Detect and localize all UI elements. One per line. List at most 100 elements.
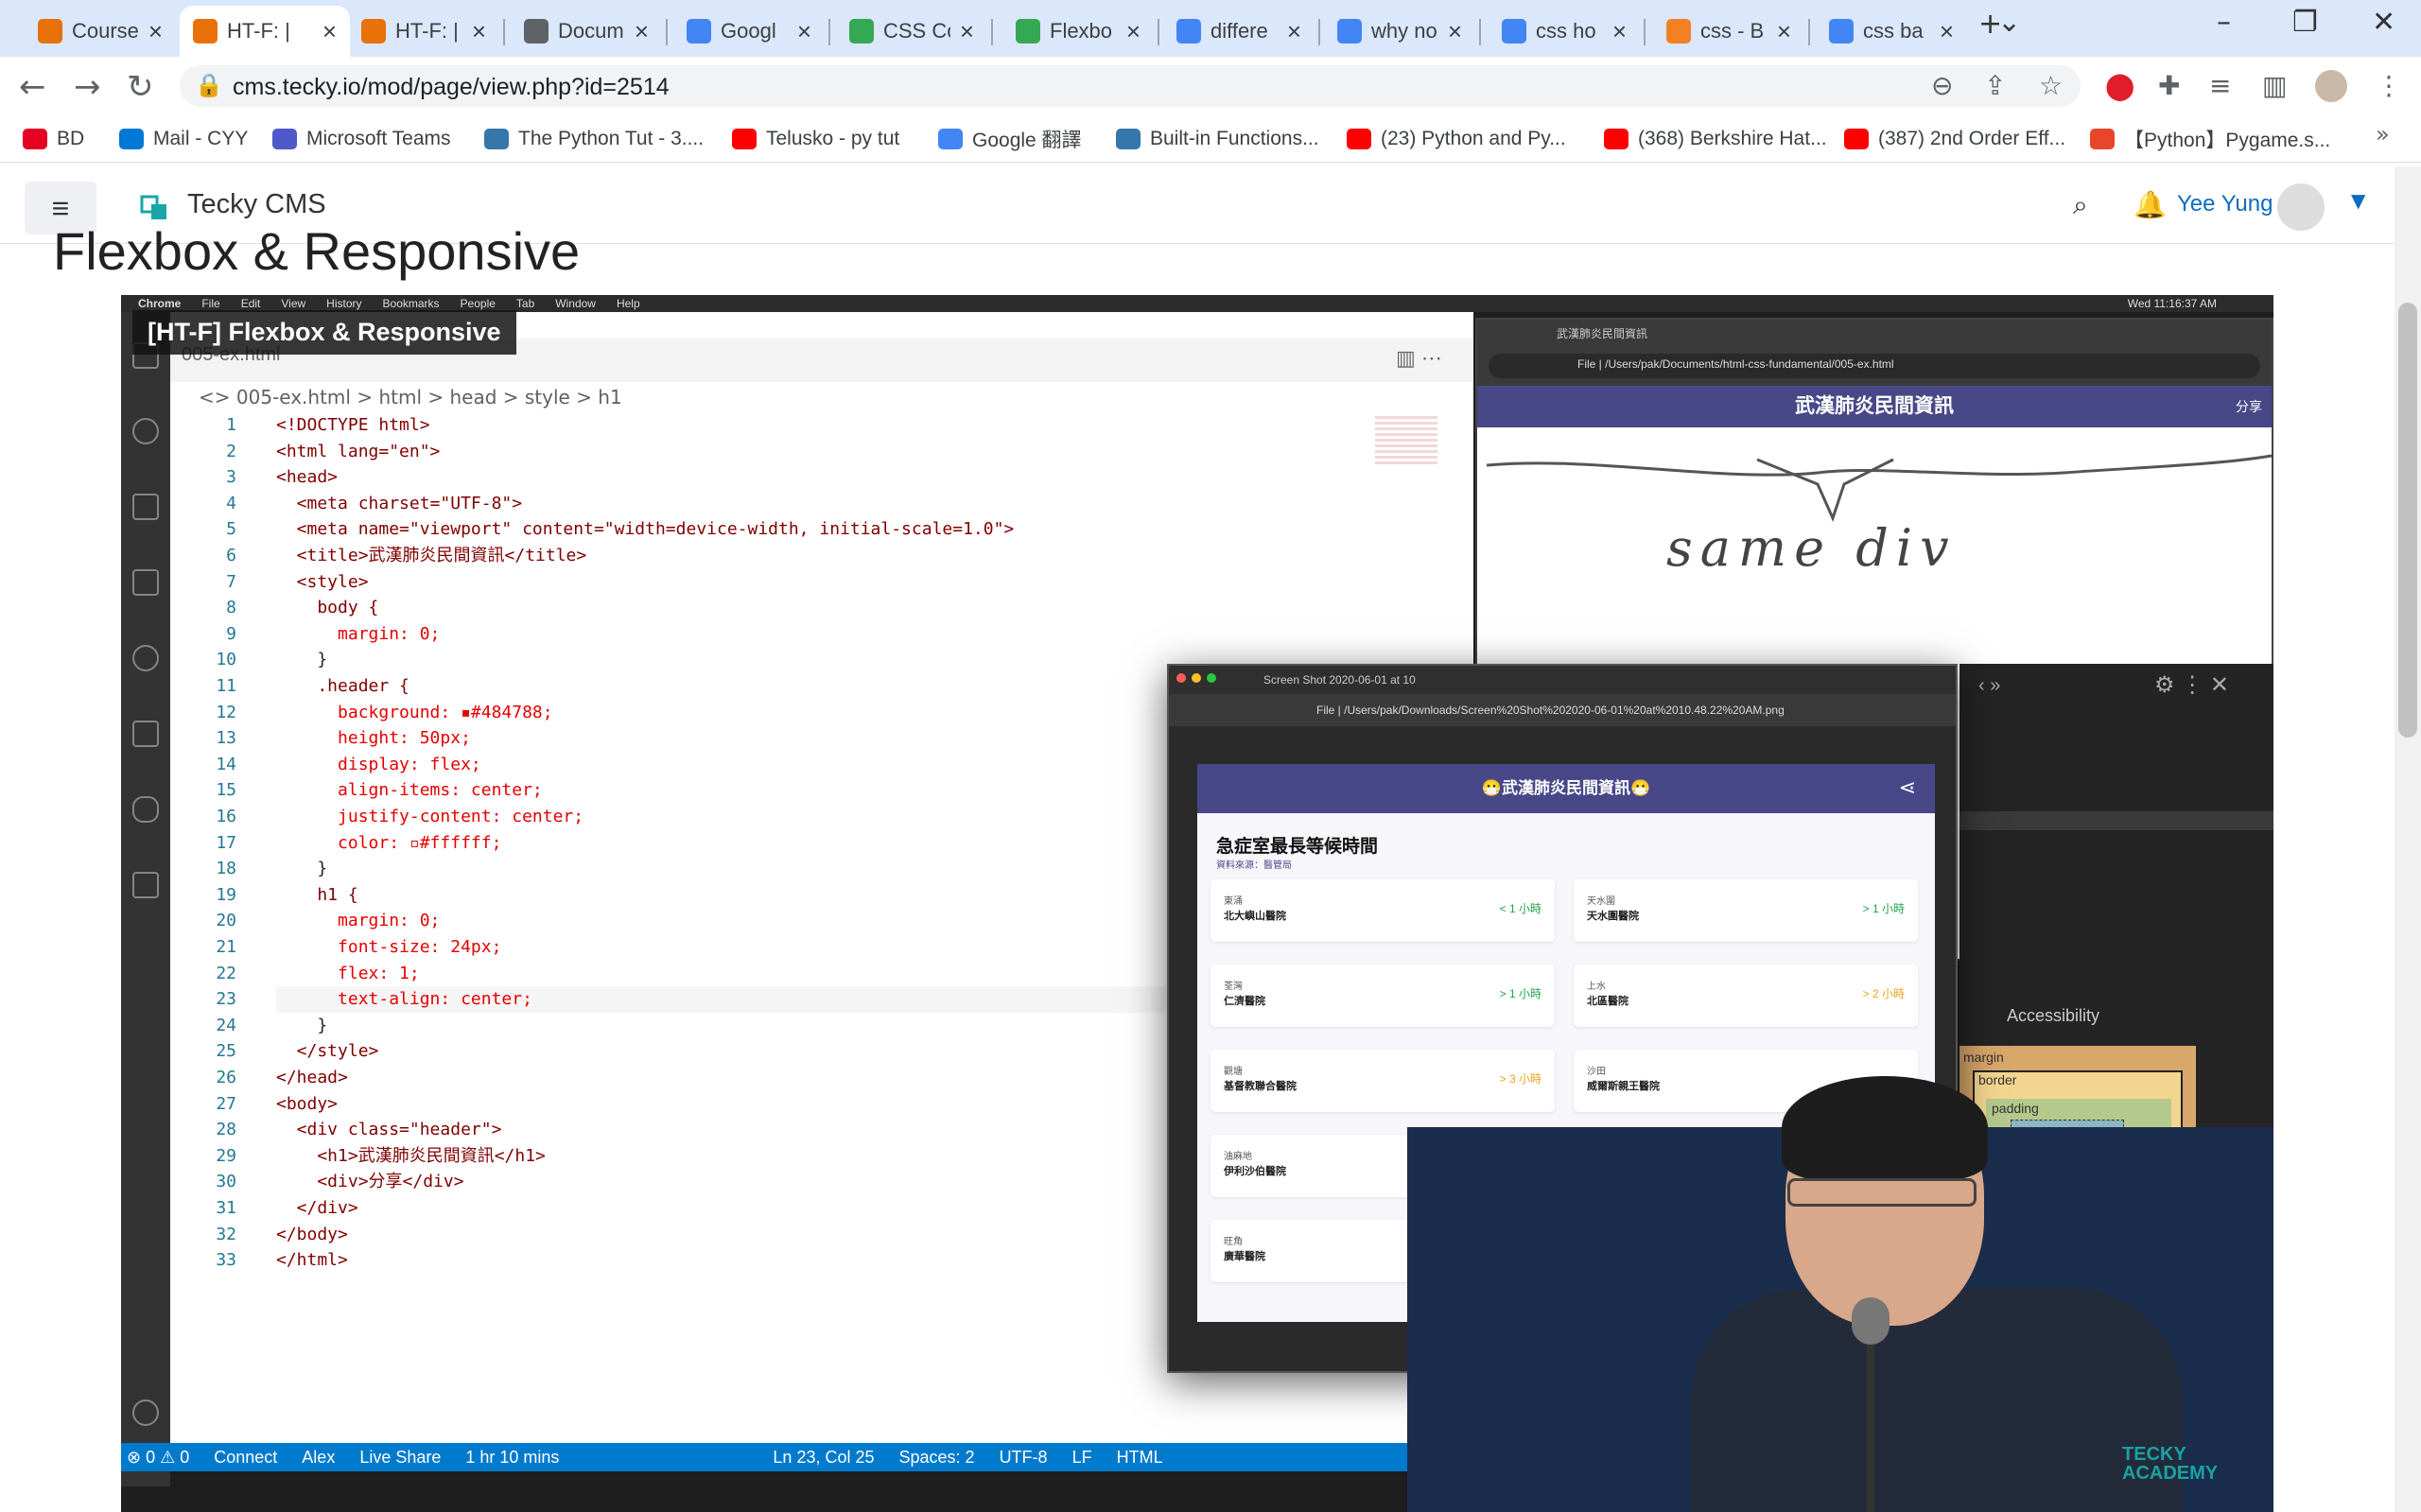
lock-icon[interactable]: 🔒 [195, 72, 223, 98]
bookmark-item[interactable]: Built-in Functions... [1116, 125, 1319, 153]
tab-separator [666, 19, 668, 45]
line-number: 11 [216, 676, 236, 696]
tab-title: css - B [1700, 19, 1765, 43]
line-number: 6 [226, 546, 236, 565]
line-number: 30 [216, 1172, 236, 1192]
user-menu-name[interactable]: Yee Yung [2177, 191, 2273, 217]
tab-close-icon[interactable]: × [472, 17, 486, 46]
code-line: h1 { [276, 884, 358, 905]
more-bookmarks-icon[interactable]: » [2376, 121, 2390, 148]
code-line: } [276, 1015, 328, 1035]
user-menu-caret-icon[interactable]: ▼ [2351, 189, 2365, 212]
site-name[interactable]: Tecky CMS [187, 189, 326, 220]
reading-list-icon[interactable]: ≡ [2209, 70, 2231, 101]
page-title: Flexbox & Responsive [53, 221, 581, 281]
tab-close-icon[interactable]: × [635, 17, 649, 46]
tab-close-icon[interactable]: × [1612, 17, 1627, 46]
bookmark-item[interactable]: Microsoft Teams [272, 125, 451, 153]
reload-icon[interactable]: ↻ [127, 68, 154, 106]
code-line: <title>武漢肺炎民間資訊</title> [276, 546, 587, 565]
notification-bell-icon[interactable]: 🔔 [2134, 189, 2167, 220]
hospital-name: 廣華醫院 [1224, 1251, 1265, 1262]
code-line: display: flex; [276, 754, 481, 774]
bookmark-item[interactable]: 【Python】Pygame.s... [2090, 125, 2330, 153]
forward-icon[interactable]: → [74, 68, 101, 106]
mac-menu-item: Window [555, 297, 596, 310]
browser-tab[interactable]: HT-F: | × [348, 6, 499, 57]
tab-close-icon[interactable]: × [797, 17, 811, 46]
bookmark-star-icon[interactable]: ☆ [2039, 70, 2063, 101]
tab-close-icon[interactable]: × [960, 17, 974, 46]
youtube-icon [1844, 129, 1869, 149]
browser-tab[interactable]: Flexbo × [1002, 6, 1154, 57]
browser-tab[interactable]: css ho × [1489, 6, 1640, 57]
code-line: <meta charset="UTF-8"> [276, 493, 523, 513]
code-line: background: ▪#484788; [276, 702, 553, 722]
tab-title: Flexbo [1050, 19, 1113, 43]
hospital-region: 沙田 [1587, 1067, 1606, 1077]
search-icon[interactable]: ⌕ [2073, 189, 2088, 221]
devtools-divider [1959, 811, 2273, 830]
bookmark-item[interactable]: BD [23, 125, 84, 153]
tab-close-icon[interactable]: × [1126, 17, 1141, 46]
browser-tab[interactable]: Googl × [673, 6, 825, 57]
line-number: 33 [216, 1250, 236, 1271]
menu-dots-icon[interactable]: ⋮ [2376, 70, 2402, 101]
page-scrollbar-thumb[interactable] [2398, 303, 2417, 738]
opera-extension-icon[interactable]: ⬤ [2105, 70, 2134, 101]
bookmark-label: Mail - CYY [153, 128, 249, 149]
tab-separator [1318, 19, 1320, 45]
profile-avatar[interactable] [2315, 70, 2347, 102]
restore-icon[interactable]: ❐ [2292, 6, 2318, 39]
zoom-icon[interactable]: ⊖ [1931, 70, 1953, 101]
code-line: </html> [276, 1250, 348, 1271]
tab-close-icon[interactable]: × [1777, 17, 1791, 46]
tab-title: Googl [721, 19, 776, 43]
browser-tab[interactable]: css - B × [1653, 6, 1804, 57]
share-icon[interactable]: ⇪ [1984, 70, 2006, 101]
tab-close-icon[interactable]: × [148, 17, 163, 46]
bookmark-item[interactable]: (368) Berkshire Hat... [1604, 125, 1827, 153]
lecture-video[interactable]: Chrome File Edit View History Bookmarks People… [121, 295, 2273, 1512]
bookmark-item[interactable]: (23) Python and Py... [1347, 125, 1566, 153]
close-window-icon[interactable]: ✕ [2372, 6, 2395, 39]
bookmark-item[interactable]: (387) 2nd Order Eff... [1844, 125, 2065, 153]
line-number: 13 [216, 728, 236, 749]
hospital-region: 天水圍 [1587, 896, 1615, 907]
tab-separator [1644, 19, 1646, 45]
browser-tab[interactable]: differe × [1163, 6, 1315, 57]
line-number: 10 [216, 650, 236, 670]
url-text[interactable]: cms.tecky.io/mod/page/view.php?id=2514 [233, 74, 670, 101]
line-number: 7 [226, 571, 236, 592]
line-number: 16 [216, 807, 236, 826]
bookmark-item[interactable]: Google 翻譯 [938, 125, 1082, 153]
moodle-icon [193, 19, 218, 43]
bookmark-item[interactable]: The Python Tut - 3.... [484, 125, 704, 153]
tab-close-icon[interactable]: × [1940, 17, 1954, 46]
minimize-icon[interactable]: – [2217, 6, 2231, 39]
wait-time: > 2 小時 [1862, 987, 1905, 1000]
browser-tab[interactable]: why no × [1324, 6, 1475, 57]
bookmark-item[interactable]: Telusko - py tut [732, 125, 899, 153]
bookmark-item[interactable]: Mail - CYY [119, 125, 248, 153]
browser-tab[interactable]: Docum × [511, 6, 662, 57]
side-panel-icon[interactable]: ▥ [2262, 70, 2287, 101]
tab-search-icon[interactable]: ⌄ [1997, 6, 2021, 39]
line-number: 4 [226, 493, 236, 513]
back-icon[interactable]: ← [19, 68, 46, 106]
browser-tab[interactable]: Course × [25, 6, 176, 57]
academy-text: TECKY ACADEMY [2122, 1444, 2219, 1484]
tab-close-icon[interactable]: × [1287, 17, 1301, 46]
screenshot-url-bar: File | /Users/pak/Downloads/Screen%20Sho… [1169, 694, 1956, 726]
google-translate-icon [938, 129, 963, 149]
extensions-icon[interactable]: ✚ [2158, 70, 2180, 101]
line-number: 20 [216, 911, 236, 931]
browser-tab[interactable]: css ba × [1816, 6, 1967, 57]
browser-tab[interactable]: HT-F: | × [180, 6, 350, 57]
chart-icon [849, 19, 874, 43]
user-avatar[interactable] [2277, 183, 2325, 231]
tab-title: why no [1371, 19, 1437, 43]
tab-close-icon[interactable]: × [322, 17, 337, 46]
browser-tab[interactable]: CSS Co × [836, 6, 987, 57]
tab-close-icon[interactable]: × [1448, 17, 1462, 46]
